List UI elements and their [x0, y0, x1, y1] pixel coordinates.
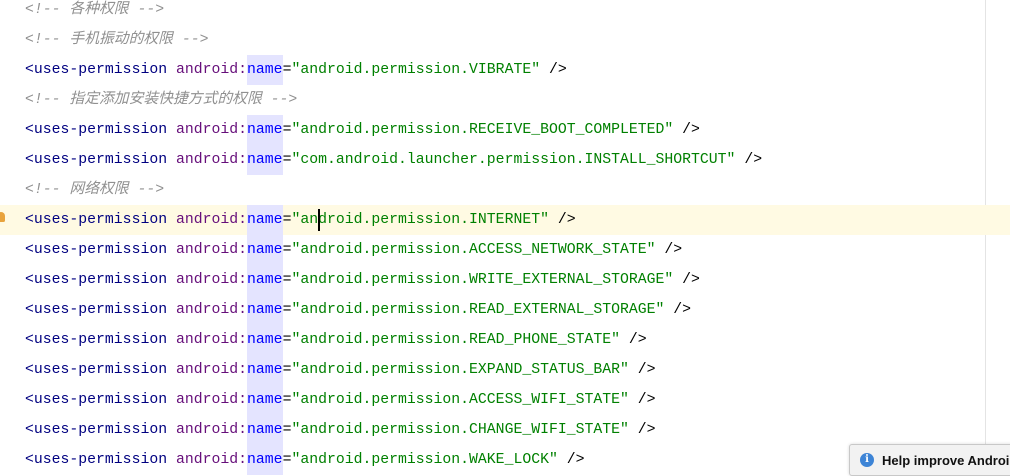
attr-value: ″android.permission.READ_EXTERNAL_STORAG… — [291, 302, 665, 318]
permission-line[interactable]: <uses-permission android:name=″android.p… — [0, 385, 1010, 415]
tag-name: uses-permission — [33, 122, 168, 138]
tag-close: /> — [628, 422, 656, 438]
attr-value: ″android.permission.ACCESS_WIFI_STATE″ — [291, 392, 629, 408]
tag-bracket: < — [25, 272, 34, 288]
tag-bracket: < — [25, 122, 34, 138]
attr-namespace: android: — [175, 242, 248, 258]
attr-value: ″android.permission.EXPAND_STATUS_BAR″ — [291, 362, 629, 378]
tag-bracket: < — [25, 392, 34, 408]
comment-line[interactable]: <!-- 手机振动的权限 --> — [0, 25, 1010, 55]
attr-name: name — [247, 385, 283, 415]
permission-line[interactable]: <uses-permission android:name=″com.andro… — [0, 145, 1010, 175]
comment-line[interactable]: <!-- 指定添加安装快捷方式的权限 --> — [0, 85, 1010, 115]
attr-namespace: android: — [175, 362, 248, 378]
attr-value: ″android.permission.WAKE_LOCK″ — [291, 452, 558, 468]
attr-namespace: android: — [175, 422, 248, 438]
comment-text: <!-- 网络权限 --> — [25, 182, 165, 198]
info-icon: i — [860, 453, 874, 467]
tag-close: /> — [620, 332, 647, 348]
permission-line[interactable]: <uses-permission android:name=″android.p… — [0, 295, 1010, 325]
attr-value: ″android.permission.VIBRATE″ — [291, 62, 541, 78]
attr-value: ″com.android.launcher.permission.INSTALL… — [291, 152, 736, 168]
permission-line[interactable]: <uses-permission android:name=″android.p… — [0, 235, 1010, 265]
attr-namespace: android: — [175, 62, 248, 78]
tag-bracket: < — [25, 452, 34, 468]
attr-namespace: android: — [175, 212, 248, 228]
attr-name: name — [247, 415, 283, 445]
attr-name: name — [247, 265, 283, 295]
attr-value: ″android.permission.ACCESS_NETWORK_STATE… — [291, 242, 656, 258]
comment-text: <!-- 各种权限 --> — [25, 2, 165, 18]
tag-name: uses-permission — [33, 422, 168, 438]
tag-close: /> — [628, 392, 656, 408]
attr-namespace: android: — [175, 452, 248, 468]
tag-name: uses-permission — [33, 152, 168, 168]
comment-text: <!-- 手机振动的权限 --> — [25, 32, 209, 48]
tag-bracket: < — [25, 302, 34, 318]
tag-name: uses-permission — [33, 212, 168, 228]
tag-bracket: < — [25, 212, 34, 228]
tag-bracket: < — [25, 362, 34, 378]
tag-name: uses-permission — [33, 302, 168, 318]
tag-name: uses-permission — [33, 362, 168, 378]
attr-name: name — [247, 55, 283, 85]
permission-line[interactable]: <uses-permission android:name=″android.p… — [0, 55, 1010, 85]
attr-name: name — [247, 355, 283, 385]
comment-line[interactable]: <!-- 网络权限 --> — [0, 175, 1010, 205]
tag-name: uses-permission — [33, 392, 168, 408]
comment-line[interactable]: <!-- 各种权限 --> — [0, 0, 1010, 25]
tag-close: /> — [673, 272, 700, 288]
attr-value: ″android.permission.WRITE_EXTERNAL_STORA… — [291, 272, 674, 288]
tag-name: uses-permission — [33, 272, 168, 288]
text-caret — [318, 209, 320, 231]
code-editor[interactable]: <!-- 各种权限 --> <!-- 手机振动的权限 --> <uses-permi… — [0, 0, 1010, 475]
tag-bracket: < — [25, 332, 34, 348]
tag-name: uses-permission — [33, 62, 168, 78]
tag-close: /> — [628, 362, 656, 378]
permission-line[interactable]: <uses-permission android:name=″android.p… — [0, 355, 1010, 385]
tag-bracket: < — [25, 152, 34, 168]
attr-namespace: android: — [175, 152, 248, 168]
attr-name: name — [247, 235, 283, 265]
tag-name: uses-permission — [33, 332, 168, 348]
permission-line[interactable]: <uses-permission android:name=″android.p… — [0, 325, 1010, 355]
tag-bracket: < — [25, 62, 34, 78]
tag-bracket: < — [25, 422, 34, 438]
intention-bulb-icon[interactable] — [0, 212, 5, 222]
notification-text: Help improve Androi — [882, 452, 1010, 468]
help-improve-notification[interactable]: i Help improve Androi — [849, 444, 1010, 476]
attr-name: name — [247, 115, 283, 145]
tag-close: /> — [655, 242, 683, 258]
attr-namespace: android: — [175, 332, 248, 348]
tag-name: uses-permission — [33, 452, 168, 468]
attr-namespace: android: — [175, 272, 248, 288]
tag-close: /> — [735, 152, 763, 168]
attr-value: ″android.permission.READ_PHONE_STATE″ — [291, 332, 620, 348]
permission-line[interactable]: <uses-permission android:name=″android.p… — [0, 415, 1010, 445]
attr-name: name — [247, 145, 283, 175]
attr-namespace: android: — [175, 302, 248, 318]
tag-close: /> — [664, 302, 692, 318]
tag-name: uses-permission — [33, 242, 168, 258]
attr-value: ″android.permission.CHANGE_WIFI_STATE″ — [291, 422, 629, 438]
attr-name: name — [247, 445, 283, 475]
tag-close: /> — [548, 212, 576, 228]
attr-name: name — [247, 205, 283, 235]
attr-name: name — [247, 325, 283, 355]
attr-namespace: android: — [175, 122, 248, 138]
attr-name: name — [247, 295, 283, 325]
tag-close: /> — [557, 452, 585, 468]
attr-value: ″android.permission.INTERNET″ — [291, 212, 549, 228]
attr-value: ″android.permission.RECEIVE_BOOT_COMPLET… — [291, 122, 674, 138]
tag-close: /> — [540, 62, 567, 78]
permission-line[interactable]: <uses-permission android:name=″android.p… — [0, 265, 1010, 295]
permission-line[interactable]: <uses-permission android:name=″android.p… — [0, 205, 1010, 235]
attr-namespace: android: — [175, 392, 248, 408]
tag-bracket: < — [25, 242, 34, 258]
tag-close: /> — [673, 122, 700, 138]
comment-text: <!-- 指定添加安装快捷方式的权限 --> — [25, 92, 298, 108]
permission-line[interactable]: <uses-permission android:name=″android.p… — [0, 115, 1010, 145]
